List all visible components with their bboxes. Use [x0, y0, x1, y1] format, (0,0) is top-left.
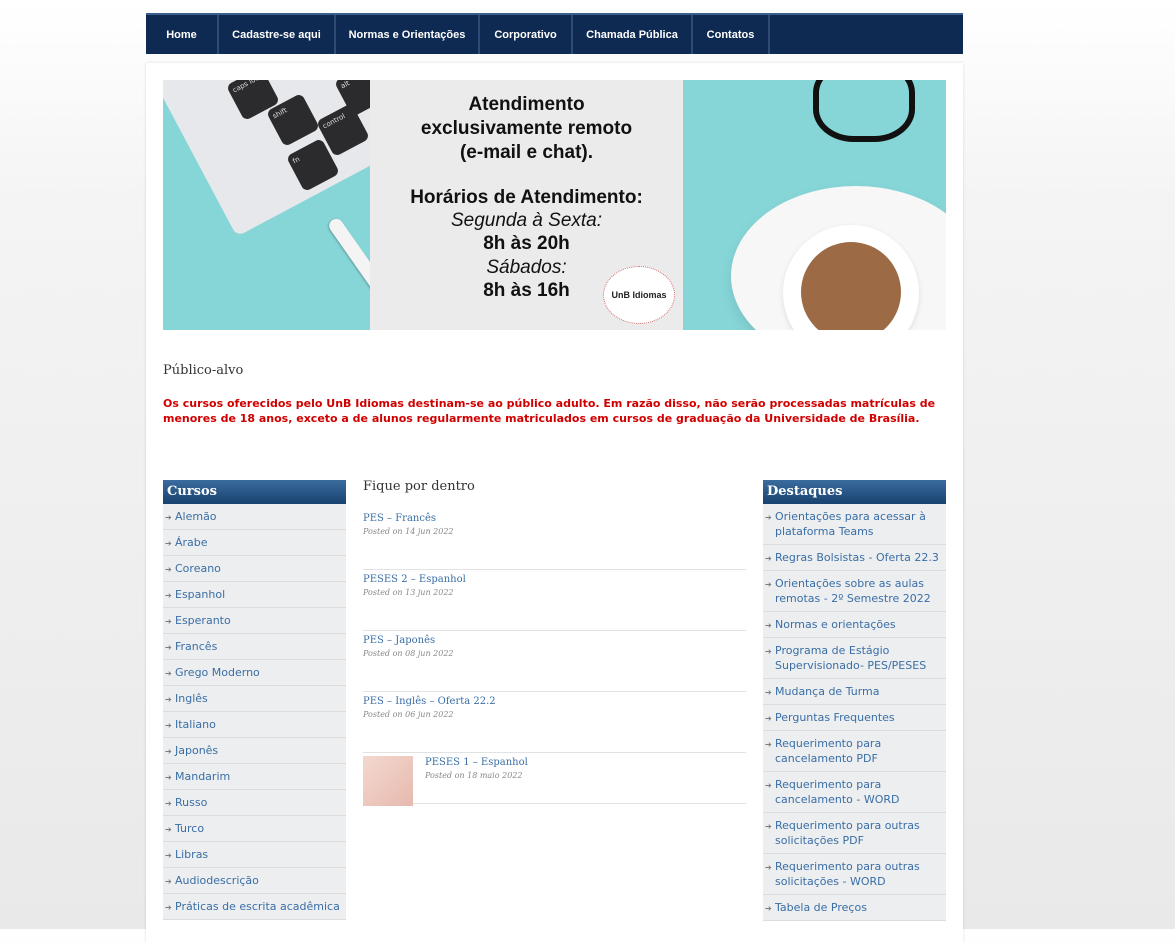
post-item: PESES 1 – Espanhol Posted on 18 maio 202…	[363, 743, 746, 806]
post-title[interactable]: PES – Japonês	[363, 635, 746, 646]
post-thumbnail[interactable]	[363, 756, 413, 806]
curso-ingles[interactable]: ➔ Inglês	[163, 686, 346, 712]
banner-line-3: (e-mail e chat).	[459, 142, 594, 163]
curso-mandarim[interactable]: ➔ Mandarim	[163, 764, 346, 790]
content-panel: caps lock shift fn control alt Atendimen…	[146, 63, 963, 943]
banner-weekday-label: Segunda à Sexta:	[450, 210, 603, 231]
destaque-cancelamento-word[interactable]: ➔ Requerimento para cancelamento - WORD	[763, 772, 946, 813]
cursos-header: Cursos	[163, 480, 346, 504]
unb-idiomas-logo: UnB Idiomas	[603, 266, 675, 324]
curso-grego-moderno[interactable]: ➔ Grego Moderno	[163, 660, 346, 686]
destaques-list: ➔ Orientações para acessar à plataforma T…	[763, 504, 946, 921]
destaque-outras-word[interactable]: ➔ Requerimento para outras solicitações -…	[763, 854, 946, 895]
cursos-list: ➔ Alemão ➔ Árabe ➔ Coreano ➔ Espanhol ➔ Esper…	[163, 504, 346, 920]
destaque-aulas-remotas[interactable]: ➔ Orientações sobre as aulas remotas - 2º…	[763, 571, 946, 612]
fique-por-dentro-title: Fique por dentro	[363, 479, 475, 494]
destaque-regras-bolsistas[interactable]: ➔ Regras Bolsistas - Oferta 22.3	[763, 545, 946, 571]
banner-weekday-hours: 8h às 20h	[483, 233, 570, 254]
banner-hours-title: Horários de Atendimento:	[410, 187, 643, 208]
nav-normas[interactable]: Normas e Orientações	[336, 15, 480, 54]
curso-coreano[interactable]: ➔ Coreano	[163, 556, 346, 582]
post-date: Posted on 08 jun 2022	[363, 649, 454, 658]
post-item: PES – Japonês Posted on 08 jun 2022	[363, 631, 746, 692]
banner-image: caps lock shift fn control alt Atendimen…	[163, 80, 946, 330]
curso-arabe[interactable]: ➔ Árabe	[163, 530, 346, 556]
curso-turco[interactable]: ➔ Turco	[163, 816, 346, 842]
destaques-header: Destaques	[763, 480, 946, 504]
banner-line-1: Atendimento	[468, 94, 585, 115]
post-date: Posted on 14 jun 2022	[363, 527, 454, 536]
nav-corporativo[interactable]: Corporativo	[480, 15, 573, 54]
curso-italiano[interactable]: ➔ Italiano	[163, 712, 346, 738]
destaque-tabela-precos[interactable]: ➔ Tabela de Preços	[763, 895, 946, 921]
publico-alvo-title: Público-alvo	[163, 363, 244, 378]
curso-alemao[interactable]: ➔ Alemão	[163, 504, 346, 530]
destaque-teams[interactable]: ➔ Orientações para acessar à plataforma T…	[763, 504, 946, 545]
curso-frances[interactable]: ➔ Francês	[163, 634, 346, 660]
destaque-perguntas[interactable]: ➔ Perguntas Frequentes	[763, 705, 946, 731]
curso-japones[interactable]: ➔ Japonês	[163, 738, 346, 764]
post-item: PES – Francês Posted on 14 jun 2022	[363, 509, 746, 570]
nav-cadastre[interactable]: Cadastre-se aqui	[219, 15, 336, 54]
destaque-outras-pdf[interactable]: ➔ Requerimento para outras solicitações P…	[763, 813, 946, 854]
post-title[interactable]: PESES 2 – Espanhol	[363, 574, 746, 585]
main-nav: Home Cadastre-se aqui Normas e Orientaçõ…	[146, 13, 963, 54]
publico-alvo-notice: Os cursos oferecidos pelo UnB Idiomas de…	[163, 397, 936, 425]
destaque-cancelamento-pdf[interactable]: ➔ Requerimento para cancelamento PDF	[763, 731, 946, 772]
curso-espanhol[interactable]: ➔ Espanhol	[163, 582, 346, 608]
post-title[interactable]: PES – Inglês – Oferta 22.2	[363, 696, 746, 707]
post-title[interactable]: PES – Francês	[363, 513, 746, 524]
post-date: Posted on 06 jun 2022	[363, 710, 454, 719]
destaque-mudanca-turma[interactable]: ➔ Mudança de Turma	[763, 679, 946, 705]
curso-libras[interactable]: ➔ Libras	[163, 842, 346, 868]
curso-esperanto[interactable]: ➔ Esperanto	[163, 608, 346, 634]
nav-contatos[interactable]: Contatos	[693, 15, 770, 54]
banner-line-2: exclusivamente remoto	[420, 118, 633, 139]
post-date: Posted on 18 maio 2022	[425, 771, 523, 780]
glasses-illustration	[813, 80, 915, 142]
post-date: Posted on 13 jun 2022	[363, 588, 454, 597]
nav-home[interactable]: Home	[146, 15, 219, 54]
curso-praticas-escrita[interactable]: ➔ Práticas de escrita acadêmica	[163, 894, 346, 920]
post-title[interactable]: PESES 1 – Espanhol	[425, 757, 746, 768]
destaque-estagio[interactable]: ➔ Programa de Estágio Supervisionado- PES…	[763, 638, 946, 679]
curso-audiodescricao[interactable]: ➔ Audiodescrição	[163, 868, 346, 894]
curso-russo[interactable]: ➔ Russo	[163, 790, 346, 816]
post-item: PESES 2 – Espanhol Posted on 13 jun 2022	[363, 570, 746, 631]
nav-chamada-publica[interactable]: Chamada Pública	[573, 15, 693, 54]
destaque-normas[interactable]: ➔ Normas e orientações	[763, 612, 946, 638]
